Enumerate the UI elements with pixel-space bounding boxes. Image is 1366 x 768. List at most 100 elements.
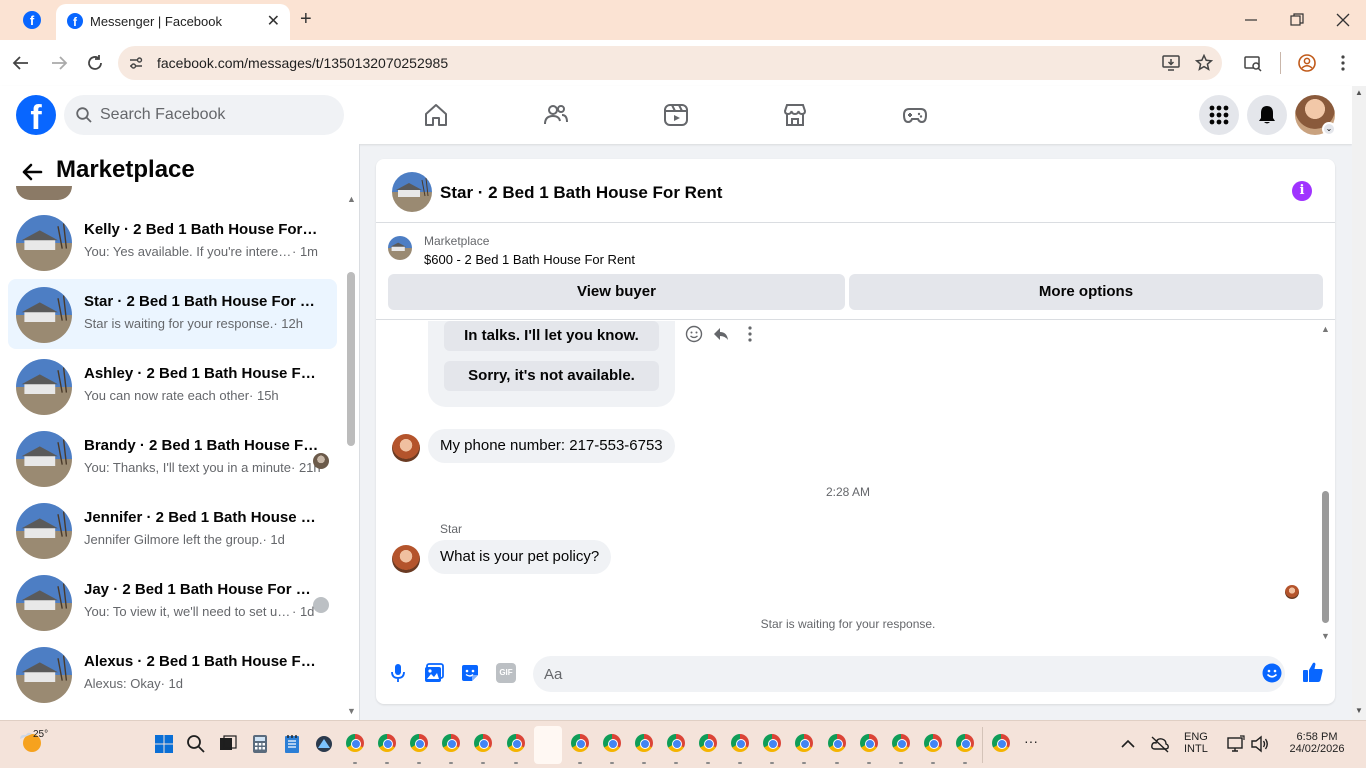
calculator-icon[interactable] [250,734,270,754]
chrome-window-icon[interactable] [474,734,493,752]
search-box[interactable] [64,95,344,135]
star-avatar[interactable] [392,434,420,462]
gaming-icon[interactable] [902,102,928,128]
chrome-window-icon[interactable] [506,734,525,752]
chrome-menu-icon[interactable] [1334,54,1352,72]
chrome-window-icon[interactable] [699,734,718,752]
chrome-window-icon[interactable] [891,734,910,752]
chat-avatar[interactable] [392,172,432,212]
chevron-down-icon[interactable]: ⌄ [1322,122,1336,136]
more-options-button[interactable]: More options [849,274,1323,310]
chrome-profile-icon[interactable] [992,734,1010,752]
reply-icon[interactable] [712,325,730,343]
scroll-up-arrow[interactable]: ▲ [347,194,356,204]
star-avatar[interactable] [392,545,420,573]
close-tab-icon[interactable]: ✕ [267,11,280,31]
chrome-window-icon[interactable] [923,734,942,752]
chrome-window-icon[interactable] [731,734,750,752]
facebook-logo[interactable]: f [16,95,56,135]
forward-icon[interactable] [50,54,68,72]
close-window-icon[interactable] [1336,13,1350,27]
bookmark-star-icon[interactable] [1195,54,1213,72]
react-emoji-icon[interactable] [685,325,703,343]
chrome-window-icon[interactable] [795,734,814,752]
listing-title[interactable]: $600 - 2 Bed 1 Bath House For Rent [424,252,635,267]
menu-button[interactable] [1199,95,1239,135]
photo-icon[interactable] [424,663,444,683]
chrome-window-icon[interactable] [827,734,846,752]
network-app-icon[interactable] [314,734,334,754]
facebook-tab-icon[interactable]: f [22,10,42,30]
windows-start-icon[interactable] [154,734,174,754]
back-arrow-icon[interactable] [20,160,44,184]
page-scroll-up-arrow[interactable]: ▲ [1355,88,1363,97]
microphone-icon[interactable] [388,663,408,683]
conversation-scrollbar[interactable] [347,272,355,446]
site-settings-icon[interactable] [128,55,144,71]
language-indicator[interactable]: ENG INTL [1184,731,1208,755]
listing-thumbnail[interactable] [388,236,412,260]
page-scrollbar[interactable]: ▲ ▼ [1352,86,1366,720]
chrome-window-icon[interactable] [667,734,685,752]
back-icon[interactable] [12,54,30,72]
conversation-item[interactable]: Kelly · 2 Bed 1 Bath House For Rent You: … [8,207,337,277]
clock[interactable]: 6:58 PM 24/02/2026 [1282,731,1352,755]
chrome-window-icon[interactable] [955,734,974,752]
task-view-icon[interactable] [218,734,238,754]
display-network-icon[interactable] [1226,734,1246,754]
chrome-window-icon[interactable] [634,734,653,752]
video-icon[interactable] [663,102,689,128]
active-tab[interactable]: f Messenger | Facebook ✕ [56,4,290,40]
view-buyer-button[interactable]: View buyer [388,274,845,310]
conversation-item[interactable]: Jennifer · 2 Bed 1 Bath House For Rent Je… [8,495,337,565]
chrome-window-icon[interactable] [442,734,461,752]
conversation-item[interactable]: Brandy · 2 Bed 1 Bath House For Rent You:… [8,423,337,493]
quick-reply-not-available[interactable]: Sorry, it's not available. [444,361,659,391]
marketplace-icon[interactable] [782,102,808,128]
page-scroll-down-arrow[interactable]: ▼ [1355,706,1363,715]
chrome-window-icon[interactable] [410,734,429,752]
conversation-item[interactable]: Alexus · 2 Bed 1 Bath House For Rent Alex… [8,639,337,709]
friends-icon[interactable] [543,102,569,128]
conversation-item[interactable]: Star · 2 Bed 1 Bath House For Rent Star i… [8,279,337,349]
scroll-down-arrow[interactable]: ▼ [347,706,356,716]
chat-scroll-up-arrow[interactable]: ▲ [1321,324,1330,334]
chrome-window-icon[interactable] [859,734,878,752]
chat-scroll-down-arrow[interactable]: ▼ [1321,631,1330,641]
chat-title[interactable]: Star · 2 Bed 1 Bath House For Rent [440,183,722,203]
thumbs-up-icon[interactable] [1302,661,1324,683]
info-icon[interactable]: i [1292,181,1312,201]
restore-icon[interactable] [1290,13,1304,27]
cloud-offline-icon[interactable] [1150,734,1170,754]
sticker-icon[interactable] [460,663,480,683]
search-input[interactable] [100,95,330,135]
notepad-icon[interactable] [282,734,302,754]
gif-icon[interactable]: GIF [496,663,516,683]
message-input[interactable] [533,656,1285,692]
conversation-item[interactable]: Jay · 2 Bed 1 Bath House For Rent You: To… [8,567,337,637]
home-icon[interactable] [423,102,449,128]
phone-number-message[interactable]: My phone number: 217-553-6753 [428,429,675,463]
chrome-window-icon[interactable] [346,734,364,752]
more-actions-icon[interactable] [741,325,759,343]
tab-search-icon[interactable] [1244,54,1262,72]
quick-reply-in-talks[interactable]: In talks. I'll let you know. [444,321,659,351]
install-app-icon[interactable] [1162,54,1180,72]
profile-icon[interactable] [1298,54,1316,72]
chrome-window-icon[interactable] [378,734,397,752]
chrome-window-icon[interactable] [570,734,589,752]
taskbar-search-icon[interactable] [186,734,206,754]
address-bar[interactable]: facebook.com/messages/t/1350132070252985 [118,46,1222,80]
notifications-button[interactable] [1247,95,1287,135]
taskbar-overflow-icon[interactable]: ··· [1024,733,1038,749]
conversation-item[interactable]: Ashley · 2 Bed 1 Bath House For Rent You … [8,351,337,421]
tray-chevron-up-icon[interactable] [1118,734,1138,754]
chrome-window-icon[interactable] [763,734,782,752]
chat-scrollbar[interactable] [1322,491,1329,623]
pet-policy-message[interactable]: What is your pet policy? [428,540,612,574]
volume-icon[interactable] [1250,734,1270,754]
reload-icon[interactable] [86,54,104,72]
chrome-window-icon[interactable] [602,734,621,752]
emoji-icon[interactable] [1262,663,1282,683]
minimize-icon[interactable] [1244,12,1258,26]
